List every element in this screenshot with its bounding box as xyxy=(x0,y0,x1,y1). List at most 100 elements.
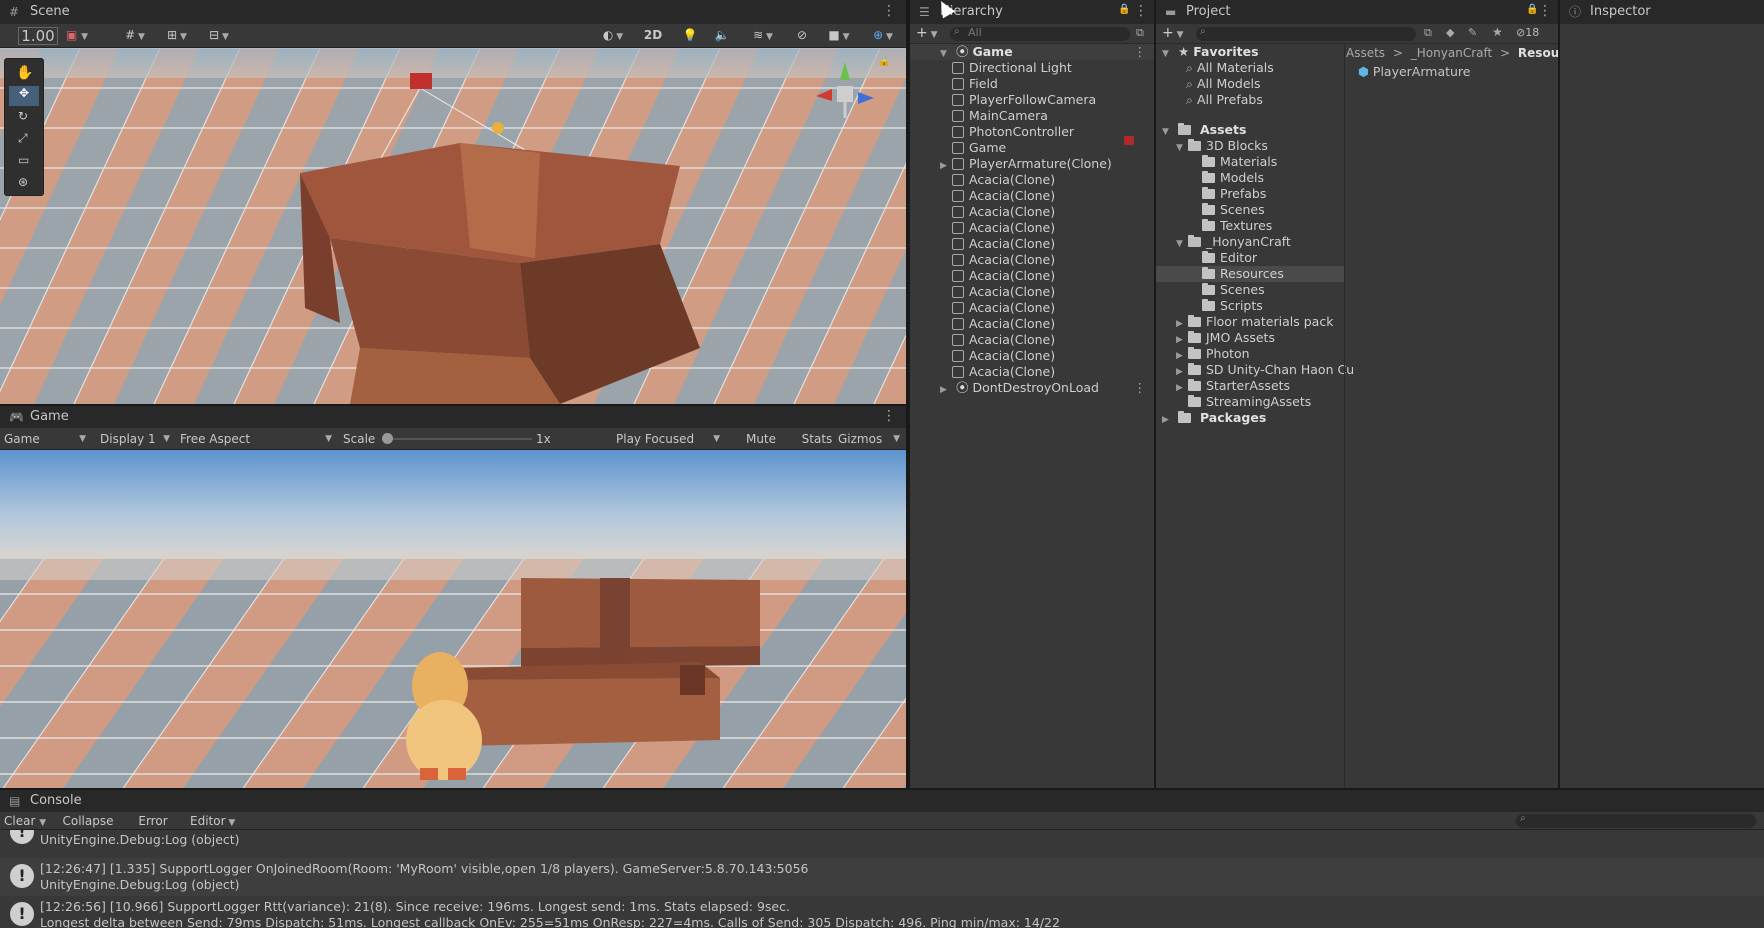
project-folder-item[interactable]: ▶ Floor materials pack xyxy=(1156,314,1344,330)
game-menu-icon[interactable]: ⋮ xyxy=(882,408,896,424)
hierarchy-search-input[interactable]: ⌕ All xyxy=(950,26,1130,41)
project-folder-item[interactable]: ▶ StarterAssets xyxy=(1156,378,1344,394)
project-folder-item[interactable]: ▼ _HonyanCraft xyxy=(1156,234,1344,250)
mode-2d-button[interactable]: 2D xyxy=(640,24,666,46)
game-viewport[interactable] xyxy=(0,450,906,788)
move-tool-icon[interactable]: ✥ xyxy=(9,86,39,106)
hierarchy-lock-icon[interactable]: 🔒 xyxy=(1118,4,1130,15)
shading-mode-icon[interactable]: ◐ ▼ xyxy=(596,24,630,46)
project-lock-icon[interactable]: 🔒 xyxy=(1526,4,1538,15)
increment-snap-icon[interactable]: ⊟ ▼ xyxy=(200,24,238,46)
log-entry[interactable]: ! [12:26:47] [1.335] SupportLogger OnJoi… xyxy=(0,858,1764,896)
hidden-packages-button[interactable]: ⊘18 xyxy=(1516,26,1539,39)
aspect-dropdown[interactable]: Free Aspect ▼ xyxy=(180,428,334,450)
project-folder-item[interactable]: Scenes xyxy=(1156,282,1344,298)
orientation-gizmo[interactable] xyxy=(810,56,880,126)
display-dropdown[interactable]: Display 1 ▼ xyxy=(100,428,172,450)
game-view-dropdown[interactable]: Game ▼ xyxy=(4,428,88,450)
editor-dropdown[interactable]: Editor ▼ xyxy=(190,812,238,830)
hierarchy-item[interactable]: Acacia(Clone) xyxy=(910,268,1154,284)
search-by-type-icon[interactable]: ⧉ xyxy=(1424,26,1432,40)
camera-icon[interactable]: ■ ▼ xyxy=(824,24,854,46)
asset-item-playerarmature[interactable]: ⬢ PlayerArmature xyxy=(1358,64,1471,80)
packages-header[interactable]: ▶ Packages xyxy=(1156,410,1344,426)
hierarchy-item[interactable]: PhotonController xyxy=(910,124,1154,140)
project-menu-icon[interactable]: ⋮ xyxy=(1538,3,1552,19)
gizmos-button[interactable]: Gizmos ▼ xyxy=(838,428,902,450)
play-focused-dropdown[interactable]: Play Focused ▼ xyxy=(616,428,722,450)
hierarchy-item[interactable]: Acacia(Clone) xyxy=(910,172,1154,188)
hierarchy-item[interactable]: Acacia(Clone) xyxy=(910,348,1154,364)
tab-project[interactable]: ▬ Project xyxy=(1156,0,1230,24)
favorites-item[interactable]: ⌕ All Models xyxy=(1156,76,1344,92)
favorites-item[interactable]: ⌕ All Materials xyxy=(1156,60,1344,76)
hierarchy-item[interactable]: Acacia(Clone) xyxy=(910,252,1154,268)
hierarchy-root-game[interactable]: ▼ ⦿ Game ⋮ xyxy=(910,44,1154,60)
log-entry[interactable]: ! UnityEngine.Debug:Log (object) xyxy=(0,830,1764,858)
tab-scene[interactable]: # Scene xyxy=(0,0,70,24)
favorite-star-icon[interactable]: ★ xyxy=(1492,25,1503,39)
breadcrumb-item-assets[interactable]: Assets xyxy=(1346,46,1385,60)
grid-snap-icon[interactable]: # ▼ xyxy=(118,24,152,46)
search-options-icon[interactable]: ⧉ xyxy=(1136,26,1144,40)
breadcrumb-item-resources[interactable]: Resources xyxy=(1518,46,1558,60)
hierarchy-item[interactable]: Directional Light xyxy=(910,60,1154,76)
gizmos-icon[interactable]: ⊕ ▼ xyxy=(864,24,902,46)
hierarchy-menu-icon[interactable]: ⋮ xyxy=(1134,3,1148,19)
clear-button[interactable]: Clear ▼ xyxy=(4,812,54,830)
hand-tool-icon[interactable]: ✋ xyxy=(16,65,33,81)
hidden-objects-icon[interactable]: ⊘ xyxy=(792,24,812,46)
lock-icon[interactable]: 🔒 xyxy=(878,56,890,67)
tab-inspector[interactable]: ⓘ Inspector xyxy=(1560,0,1651,24)
draw-mode-icon[interactable]: ▣ ▼ xyxy=(62,24,92,46)
grid-visibility-icon[interactable]: ⊞ ▼ xyxy=(160,24,194,46)
collapse-button[interactable]: Collapse xyxy=(60,812,116,830)
expand-arrow-icon[interactable]: ▶ xyxy=(1162,412,1174,428)
hierarchy-item[interactable]: Game xyxy=(910,140,1154,156)
effects-icon[interactable]: ≋ ▼ xyxy=(748,24,778,46)
hierarchy-item[interactable]: Acacia(Clone) xyxy=(910,204,1154,220)
hierarchy-item[interactable]: Field xyxy=(910,76,1154,92)
hierarchy-item[interactable]: Acacia(Clone) xyxy=(910,316,1154,332)
hierarchy-item[interactable]: Acacia(Clone) xyxy=(910,364,1154,380)
console-search-input[interactable]: ⌕ xyxy=(1516,813,1756,828)
hierarchy-item[interactable]: Acacia(Clone) xyxy=(910,236,1154,252)
scale-slider-handle[interactable] xyxy=(382,433,393,444)
scale-tool-icon[interactable]: ⤢ xyxy=(18,131,28,146)
scene-menu-icon[interactable]: ⋮ xyxy=(882,3,896,19)
hierarchy-item[interactable]: Acacia(Clone) xyxy=(910,284,1154,300)
project-folder-item[interactable]: ▼ 3D Blocks xyxy=(1156,138,1344,154)
hierarchy-item[interactable]: Acacia(Clone) xyxy=(910,188,1154,204)
error-pause-button[interactable]: Error Pause xyxy=(120,812,186,846)
project-folder-item[interactable]: Scenes xyxy=(1156,202,1344,218)
create-button[interactable]: + ▼ xyxy=(916,25,938,41)
scene-viewport[interactable]: ✋ ✥ ↻ ⤢ ▭ ⊛ 🔒 xyxy=(0,48,906,404)
label-icon[interactable]: ✎ xyxy=(1468,26,1477,39)
hierarchy-item[interactable]: ▶ PlayerArmature(Clone) xyxy=(910,156,1154,172)
rect-tool-icon[interactable]: ▭ xyxy=(18,153,29,167)
project-folder-item[interactable]: StreamingAssets xyxy=(1156,394,1344,410)
search-by-label-icon[interactable]: ◆ xyxy=(1446,26,1454,39)
breadcrumb-item-honyancraft[interactable]: _HonyanCraft xyxy=(1411,46,1492,60)
root-menu-icon[interactable]: ⋮ xyxy=(1134,44,1147,60)
project-search-input[interactable]: ⌕ xyxy=(1196,26,1416,41)
project-folder-item[interactable]: Resources xyxy=(1156,266,1344,282)
project-create-button[interactable]: + ▼ xyxy=(1162,25,1184,41)
hierarchy-item[interactable]: PlayerFollowCamera xyxy=(910,92,1154,108)
lighting-toggle-icon[interactable]: 💡 xyxy=(680,24,700,46)
scale-slider[interactable] xyxy=(382,433,532,444)
assets-header[interactable]: ▼ Assets xyxy=(1156,122,1344,138)
tab-console[interactable]: ▤ Console xyxy=(0,790,82,812)
project-folder-item[interactable]: ▶ SD Unity-Chan Haon Cu xyxy=(1156,362,1354,378)
project-folder-item[interactable]: ▶ JMO Assets xyxy=(1156,330,1344,346)
stats-button[interactable]: Stats xyxy=(800,428,834,450)
expand-arrow-icon[interactable]: ▶ xyxy=(940,382,952,398)
hierarchy-item[interactable]: MainCamera xyxy=(910,108,1154,124)
project-folder-item[interactable]: Prefabs xyxy=(1156,186,1344,202)
log-entry[interactable]: ! [12:26:56] [10.966] SupportLogger Rtt(… xyxy=(0,896,1764,928)
hierarchy-item[interactable]: Acacia(Clone) xyxy=(910,300,1154,316)
project-folder-item[interactable]: ▶ Photon xyxy=(1156,346,1344,362)
tab-hierarchy[interactable]: ☰ Hierarchy xyxy=(910,0,1003,24)
hierarchy-dontdestroy[interactable]: ▶ ⦿ DontDestroyOnLoad ⋮ xyxy=(910,380,1154,396)
favorites-item[interactable]: ⌕ All Prefabs xyxy=(1156,92,1344,108)
